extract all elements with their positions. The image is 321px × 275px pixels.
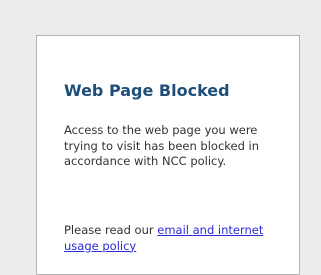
page-title: Web Page Blocked xyxy=(64,81,230,100)
policy-notice: Please read our email and internet usage… xyxy=(64,223,282,254)
blocked-message: Access to the web page you were trying t… xyxy=(64,123,260,168)
blocked-card: Web Page Blocked Access to the web page … xyxy=(36,35,300,275)
policy-prefix-text: Please read our xyxy=(64,223,158,237)
